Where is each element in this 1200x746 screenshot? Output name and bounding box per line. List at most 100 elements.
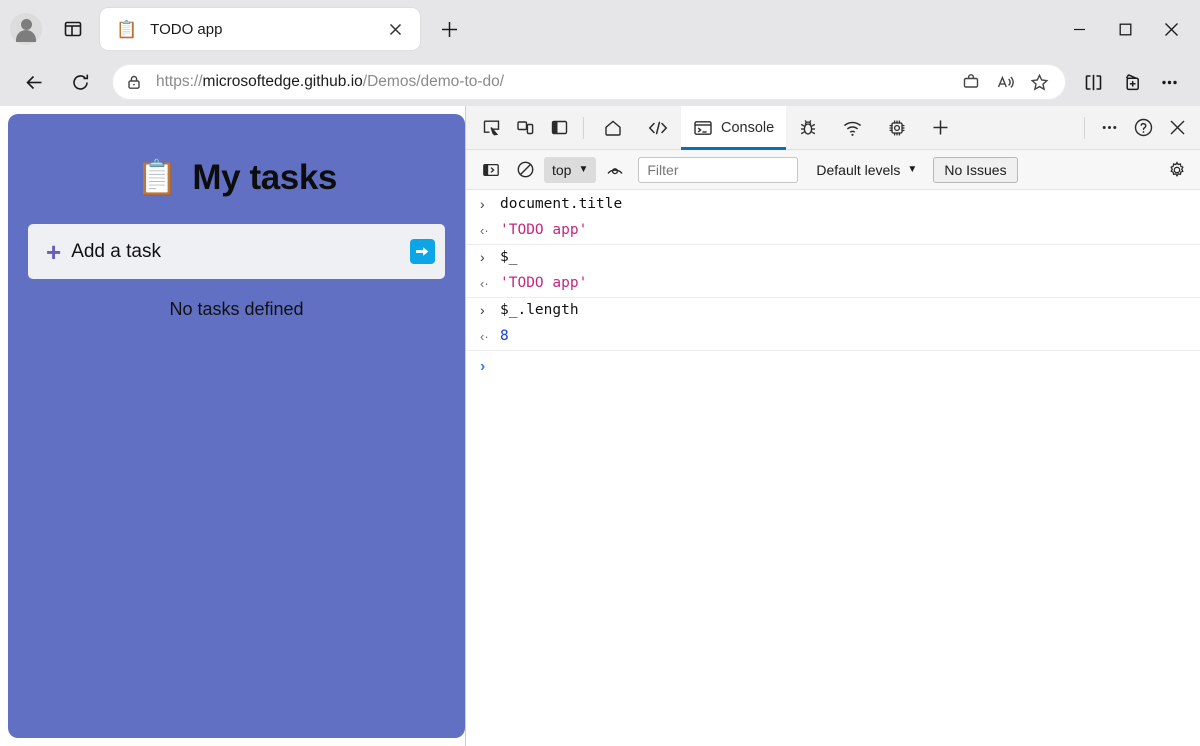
new-tab-icon[interactable] (432, 12, 466, 46)
url-host: microsoftedge.github.io (202, 73, 363, 90)
toolbar-divider-right (1084, 116, 1085, 139)
chevron-down-icon: ▼ (907, 164, 918, 175)
add-task-placeholder: Add a task (71, 240, 161, 262)
tab-actions-icon[interactable] (56, 12, 90, 46)
home-icon (603, 118, 623, 138)
more-options-icon[interactable] (1092, 111, 1126, 145)
console-output-line: ‹· 'TODO app' (466, 218, 1200, 244)
console-sidebar-icon[interactable] (476, 156, 506, 184)
devtools-right-actions (1077, 111, 1194, 145)
tab-network[interactable] (830, 106, 875, 150)
page-header: 📋 My tasks (136, 158, 337, 198)
favorite-star-icon[interactable] (1022, 67, 1056, 97)
back-arrow-icon[interactable] (16, 64, 52, 100)
window-controls (1056, 8, 1194, 50)
console-entry: › $_ ‹· 'TODO app' (466, 245, 1200, 298)
browser-window: 📋 TODO app https://microsoftedge.github.… (0, 0, 1200, 746)
execution-context-select[interactable]: top ▼ (544, 156, 597, 183)
console-input-line: › document.title (466, 192, 1200, 218)
bug-icon (798, 118, 818, 138)
chevron-down-icon: ▼ (578, 164, 589, 175)
plus-icon: + (46, 236, 62, 267)
console-prompt[interactable]: › (466, 351, 1200, 379)
tab-console-label: Console (721, 120, 775, 136)
inspect-element-icon[interactable] (474, 111, 508, 145)
console-filter-bar: top ▼ Default levels ▼ No Issues (466, 150, 1200, 190)
console-icon (693, 118, 713, 138)
tab-sources[interactable] (786, 106, 830, 150)
devtools-toolbar: Console (466, 105, 1200, 150)
clipboard-icon: 📋 (135, 159, 179, 197)
filter-input[interactable] (638, 156, 799, 183)
eye-icon[interactable] (600, 156, 630, 184)
tab-performance[interactable] (875, 106, 919, 150)
tab-welcome[interactable] (591, 106, 635, 150)
device-emulation-icon[interactable] (508, 111, 542, 145)
todo-app-card: 📋 My tasks + Add a task No tasks defined (8, 114, 465, 738)
input-marker-icon: › (480, 196, 485, 212)
tab-favicon-icon: 📋 (116, 19, 138, 39)
console-output-text: 8 (500, 328, 509, 344)
shopping-icon[interactable] (954, 67, 988, 97)
log-levels-select[interactable]: Default levels ▼ (816, 162, 917, 178)
collections-icon[interactable] (1112, 64, 1150, 100)
tab-strip: 📋 TODO app (0, 0, 1200, 58)
toolbar-divider (583, 116, 584, 139)
split-screen-icon[interactable] (1074, 64, 1112, 100)
log-levels-label: Default levels (816, 161, 901, 178)
console-input-line: › $_.length (466, 298, 1200, 324)
main-content: 📋 My tasks + Add a task No tasks defined (0, 105, 1200, 746)
avatar-icon[interactable] (10, 13, 42, 45)
output-marker-icon: ‹· (480, 223, 489, 238)
empty-state-message: No tasks defined (169, 299, 304, 319)
execution-context-value: top (552, 161, 572, 178)
input-marker-icon: › (480, 249, 485, 265)
minimize-icon[interactable] (1056, 8, 1102, 50)
address-bar[interactable]: https://microsoftedge.github.io/Demos/de… (112, 64, 1066, 100)
settings-more-icon[interactable] (1150, 64, 1188, 100)
chip-icon (887, 118, 907, 138)
close-icon[interactable] (382, 16, 408, 42)
close-devtools-icon[interactable] (1160, 111, 1194, 145)
submit-task-button[interactable] (410, 239, 435, 264)
browser-tab[interactable]: 📋 TODO app (100, 8, 420, 50)
close-window-icon[interactable] (1148, 8, 1194, 50)
url-text: https://microsoftedge.github.io/Demos/de… (156, 73, 505, 90)
tab-elements[interactable] (635, 106, 681, 150)
navigation-bar: https://microsoftedge.github.io/Demos/de… (0, 58, 1200, 106)
issues-label: No Issues (944, 161, 1007, 178)
console-input-text: document.title (500, 196, 623, 212)
tab-more-tools[interactable] (919, 106, 962, 150)
omnibox-actions (954, 67, 1056, 97)
help-icon[interactable] (1126, 111, 1160, 145)
output-marker-icon: ‹· (480, 329, 489, 344)
console-entry: › document.title ‹· 'TODO app' (466, 192, 1200, 245)
issues-button[interactable]: No Issues (933, 156, 1018, 183)
console-output[interactable]: › document.title ‹· 'TODO app' › $_ ‹· '… (466, 190, 1200, 746)
devtools-panel: Console top ▼ Filter Default levels ▼ No… (465, 105, 1200, 746)
url-path: /Demos/demo-to-do/ (362, 73, 505, 90)
maximize-icon[interactable] (1102, 8, 1148, 50)
console-input-text: $_.length (500, 302, 579, 318)
elements-icon (647, 118, 669, 138)
gear-icon[interactable] (1162, 156, 1192, 184)
add-task-input[interactable]: + Add a task (28, 224, 445, 279)
console-entry: › $_.length ‹· 8 (466, 298, 1200, 351)
toggle-sidebar-icon[interactable] (542, 111, 576, 145)
prompt-marker-icon: › (480, 358, 486, 375)
console-input-text: $_ (500, 249, 518, 265)
console-output-line: ‹· 8 (466, 324, 1200, 350)
read-aloud-icon[interactable] (988, 67, 1022, 97)
output-marker-icon: ‹· (480, 276, 489, 291)
clear-console-icon[interactable] (510, 156, 540, 184)
lock-icon (126, 74, 142, 90)
console-input-line: › $_ (466, 245, 1200, 271)
plus-icon (931, 118, 950, 137)
input-marker-icon: › (480, 302, 485, 318)
console-output-text: 'TODO app' (500, 222, 588, 238)
refresh-icon[interactable] (62, 64, 98, 100)
web-page-viewport: 📋 My tasks + Add a task No tasks defined (0, 106, 465, 746)
tab-title: TODO app (150, 20, 223, 38)
console-output-line: ‹· 'TODO app' (466, 271, 1200, 297)
tab-console[interactable]: Console (681, 105, 787, 150)
